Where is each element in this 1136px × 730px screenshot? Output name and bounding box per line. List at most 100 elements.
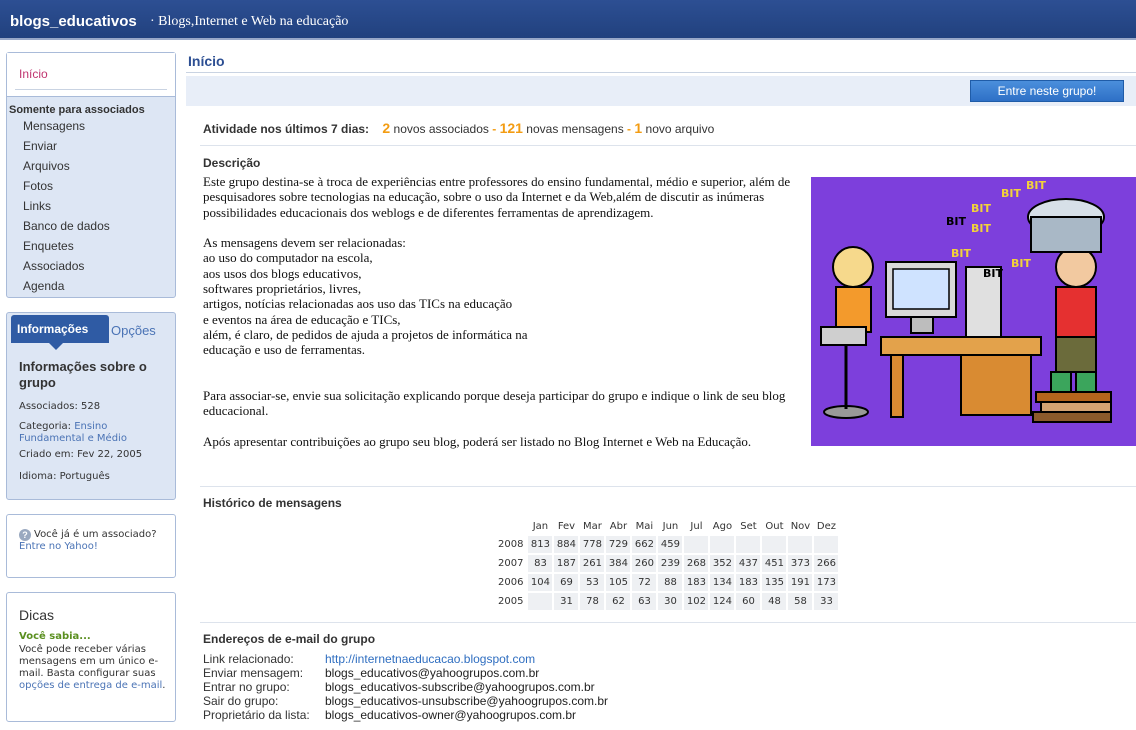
email-row-unsubscribe: Sair do grupo: blogs_educativos-unsubscri… [203,694,608,708]
count-cell[interactable]: 239 [658,555,683,572]
sidebar-item-files[interactable]: Arquivos [23,159,70,173]
new-members-count[interactable]: 2 [382,120,390,136]
group-name[interactable]: blogs_educativos [10,13,137,30]
count-cell[interactable]: 60 [736,593,761,610]
count-cell[interactable]: 884 [554,536,579,553]
new-files-count[interactable]: 1 [634,120,642,136]
sidebar-item-home[interactable]: Início [19,67,48,81]
sidebar-item-calendar[interactable]: Agenda [23,279,64,293]
count-cell[interactable]: 173 [814,574,839,591]
month-header: Fev [557,520,576,532]
count-cell[interactable]: 260 [632,555,657,572]
group-header: blogs_educativos · Blogs,Internet e Web … [0,0,1136,40]
month-header: Out [765,520,784,532]
join-group-button[interactable]: Entre neste grupo! [970,80,1124,102]
email-label: Enviar mensagem: [203,666,304,680]
count-cell[interactable]: 53 [580,574,605,591]
count-cell [710,536,735,553]
bit-label: BIT [951,247,971,260]
count-cell[interactable]: 183 [736,574,761,591]
count-cell[interactable]: 191 [788,574,813,591]
count-cell[interactable]: 48 [762,593,787,610]
sidebar-item-database[interactable]: Banco de dados [23,219,110,233]
count-cell[interactable]: 30 [658,593,683,610]
tips-end: . [162,680,166,691]
count-cell[interactable]: 662 [632,536,657,553]
message-history-table: Jan Fev Mar Abr Mai Jun Jul Ago Set Out … [494,516,840,612]
created-date: Criado em: Fev 22, 2005 [19,449,143,460]
count-cell[interactable]: 352 [710,555,735,572]
sidebar-item-post[interactable]: Enviar [23,139,57,153]
bit-label: BIT [1026,179,1046,192]
count-cell[interactable]: 183 [684,574,709,591]
bit-label: BIT [971,202,991,215]
count-cell[interactable]: 266 [814,555,839,572]
count-cell[interactable]: 459 [658,536,683,553]
year-cell: 2007 [498,558,524,569]
count-cell[interactable]: 102 [684,593,709,610]
related-link[interactable]: http://internetnaeducacao.blogspot.com [325,652,535,666]
sidebar-item-messages[interactable]: Mensagens [23,119,85,133]
count-cell [528,593,553,610]
tips-text: Você pode receber várias mensagens em um… [19,644,169,692]
page-title: Início [188,53,225,69]
history-title: Histórico de mensagens [203,496,342,510]
email-row-related-link: Link relacionado: http://internetnaeducac… [203,652,535,666]
count-cell[interactable]: 88 [658,574,683,591]
sidebar-nav: Início Somente para associados Mensagens… [6,52,176,298]
subscribe-address: blogs_educativos-subscribe@yahoogrupos.c… [325,680,595,694]
tab-info[interactable]: Informações [11,315,109,343]
count-cell[interactable]: 31 [554,593,579,610]
sidebar-item-photos[interactable]: Fotos [23,179,53,193]
group-info-panel: Informações Opções Informações sobre o g… [6,312,176,500]
delivery-options-link[interactable]: opções de entrega de e-mail [19,680,162,691]
count-cell[interactable]: 268 [684,555,709,572]
count-cell[interactable]: 437 [736,555,761,572]
bit-label: BIT [1011,257,1031,270]
description-title: Descrição [203,156,261,170]
sidebar-item-polls[interactable]: Enquetes [23,239,74,253]
count-cell[interactable]: 135 [762,574,787,591]
count-cell[interactable]: 384 [606,555,631,572]
count-cell [762,536,787,553]
divider [200,145,1136,146]
count-cell[interactable]: 451 [762,555,787,572]
count-cell[interactable]: 104 [528,574,553,591]
count-cell[interactable]: 78 [580,593,605,610]
tab-options[interactable]: Opções [111,323,156,338]
activity-label: Atividade nos últimos 7 dias: [203,122,370,136]
count-cell[interactable]: 134 [710,574,735,591]
count-cell[interactable]: 105 [606,574,631,591]
separator: - [492,122,497,136]
count-cell[interactable]: 813 [528,536,553,553]
tips-subtitle: Você sabia... [19,631,91,642]
count-cell[interactable]: 261 [580,555,605,572]
sign-in-text: Você já é um associado? Entre no Yahoo! [19,529,159,553]
group-description: · Blogs,Internet e Web na educação [150,14,349,29]
email-label: Entrar no grupo: [203,680,290,694]
count-cell[interactable]: 124 [710,593,735,610]
count-cell[interactable]: 62 [606,593,631,610]
count-cell[interactable]: 69 [554,574,579,591]
sign-in-link[interactable]: Entre no Yahoo! [19,541,98,552]
count-cell[interactable]: 778 [580,536,605,553]
divider [15,89,167,90]
new-members-label: novos associados [393,122,489,136]
emails-title: Endereços de e-mail do grupo [203,632,376,646]
bit-label: BIT [983,267,1003,280]
count-cell[interactable]: 373 [788,555,813,572]
count-cell[interactable]: 187 [554,555,579,572]
year-cell: 2008 [498,539,524,550]
count-cell[interactable]: 63 [632,593,657,610]
count-cell[interactable]: 72 [632,574,657,591]
table-header-row: Jan Fev Mar Abr Mai Jun Jul Ago Set Out … [496,518,838,534]
count-cell[interactable]: 58 [788,593,813,610]
month-header: Jul [690,520,703,532]
sidebar-item-links[interactable]: Links [23,199,51,213]
new-messages-count[interactable]: 121 [500,120,523,136]
sidebar-item-members[interactable]: Associados [23,259,84,273]
count-cell[interactable]: 83 [528,555,553,572]
sidebar-home-box: Início [7,53,175,97]
count-cell[interactable]: 33 [814,593,839,610]
count-cell[interactable]: 729 [606,536,631,553]
